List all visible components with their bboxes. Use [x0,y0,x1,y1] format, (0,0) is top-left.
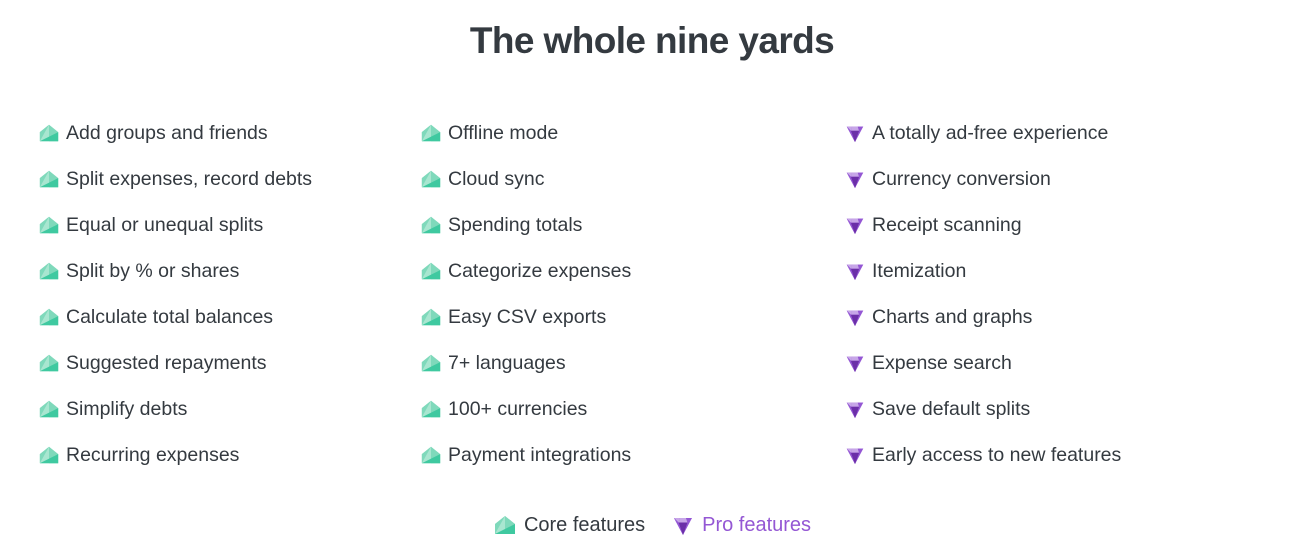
feature-item: Easy CSV exports [420,294,822,340]
core-gem-icon [421,262,441,280]
core-gem-icon [421,400,441,418]
feature-item: Cloud sync [420,156,822,202]
feature-label: Recurring expenses [66,444,240,466]
legend-core: Core features [493,512,645,538]
feature-label: Charts and graphs [872,306,1033,328]
feature-label: Suggested repayments [66,352,267,374]
core-gem-icon [421,354,441,372]
core-gem-icon [421,308,441,326]
feature-item: Categorize expenses [420,248,822,294]
core-gem-icon [39,170,59,188]
core-gem-icon [421,446,441,464]
feature-label: Split expenses, record debts [66,168,313,190]
pro-gem-icon [846,448,864,465]
core-gem-icon [39,308,59,326]
pro-gem-icon [846,172,864,189]
core-gem-icon [421,216,441,234]
page-title: The whole nine yards [469,20,835,61]
core-gem-icon [39,354,59,372]
core-gem-icon [494,516,515,534]
feature-label: Early access to new features [872,444,1122,466]
feature-columns: Add groups and friends Split expenses, re… [0,110,1304,478]
feature-label: Payment integrations [448,444,632,466]
legend: Core features Pro features [0,512,1304,538]
feature-item: Split by % or shares [38,248,410,294]
legend-label: Pro features [702,514,812,536]
feature-item: Suggested repayments [38,340,410,386]
feature-label: Simplify debts [66,398,188,420]
feature-item: A totally ad-free experience [844,110,1264,156]
feature-label: Equal or unequal splits [66,214,264,236]
pro-gem-icon [846,218,864,235]
feature-item: Split expenses, record debts [38,156,410,202]
legend-pro: Pro features [671,512,811,538]
feature-label: 7+ languages [448,352,566,374]
pro-gem-icon [846,264,864,281]
feature-label: Categorize expenses [448,260,632,282]
feature-item: Payment integrations [420,432,822,478]
pro-gem-icon [846,402,864,419]
core-gem-icon [39,216,59,234]
feature-label: Save default splits [872,398,1031,420]
core-gem-icon [39,124,59,142]
core-gem-icon [39,262,59,280]
feature-label: Calculate total balances [66,306,274,328]
feature-label: Currency conversion [872,168,1051,190]
feature-label: Offline mode [448,122,559,144]
feature-item: Receipt scanning [844,202,1264,248]
feature-label: A totally ad-free experience [872,122,1109,144]
feature-label: Receipt scanning [872,214,1022,236]
feature-label: Easy CSV exports [448,306,607,328]
feature-item: Save default splits [844,386,1264,432]
feature-item: Calculate total balances [38,294,410,340]
feature-item: Currency conversion [844,156,1264,202]
feature-label: Spending totals [448,214,583,236]
feature-item: Charts and graphs [844,294,1264,340]
core-gem-icon [39,400,59,418]
feature-label: Expense search [872,352,1012,374]
feature-item: Simplify debts [38,386,410,432]
feature-item: 7+ languages [420,340,822,386]
pro-gem-icon [846,310,864,327]
feature-item: 100+ currencies [420,386,822,432]
pro-gem-icon [846,356,864,373]
feature-label: Add groups and friends [66,122,268,144]
feature-column-2: Offline mode Cloud sync Spending totals Cat… [410,110,822,478]
feature-item: Offline mode [420,110,822,156]
core-gem-icon [421,124,441,142]
pro-gem-icon [674,518,693,535]
feature-label: Split by % or shares [66,260,240,282]
feature-item: Recurring expenses [38,432,410,478]
legend-label: Core features [523,514,646,536]
feature-item: Add groups and friends [38,110,410,156]
pro-gem-icon [846,126,864,143]
feature-item: Equal or unequal splits [38,202,410,248]
feature-item: Expense search [844,340,1264,386]
feature-label: Cloud sync [448,168,545,190]
core-gem-icon [421,170,441,188]
feature-column-1: Add groups and friends Split expenses, re… [0,110,410,478]
feature-item: Spending totals [420,202,822,248]
feature-item: Early access to new features [844,432,1264,478]
feature-label: Itemization [872,260,967,282]
feature-item: Itemization [844,248,1264,294]
feature-column-3: A totally ad-free experience Currency con… [822,110,1264,478]
feature-label: 100+ currencies [448,398,588,420]
core-gem-icon [39,446,59,464]
